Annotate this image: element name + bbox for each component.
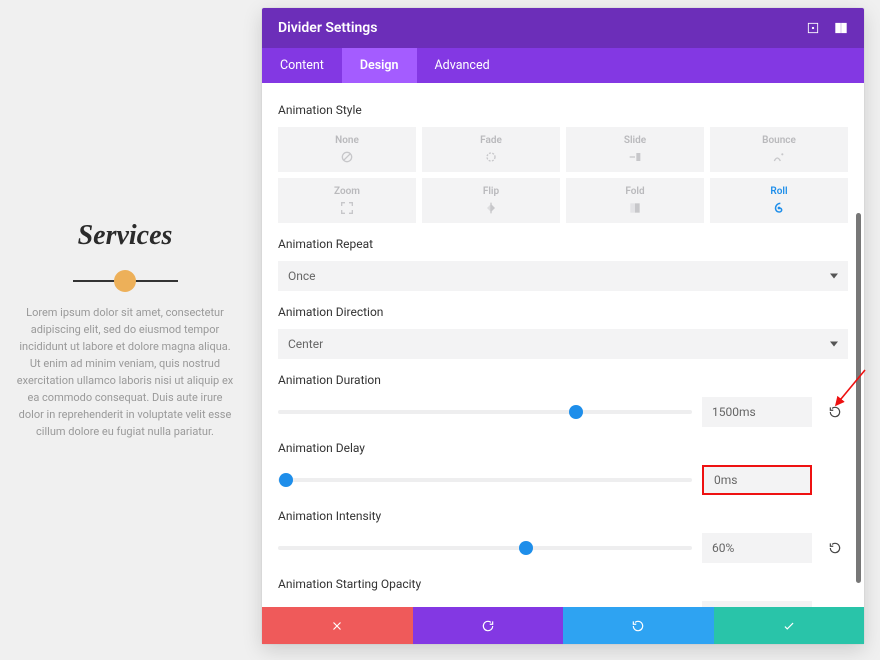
style-label: Flip xyxy=(483,186,499,197)
label-animation-direction: Animation Direction xyxy=(278,305,848,319)
fold-icon xyxy=(627,200,643,216)
ban-icon xyxy=(339,149,355,165)
style-roll[interactable]: Roll xyxy=(710,178,848,223)
style-label: Bounce xyxy=(762,135,796,146)
preview-divider-dot xyxy=(114,270,136,292)
slider-thumb[interactable] xyxy=(519,541,533,555)
label-animation-starting-opacity: Animation Starting Opacity xyxy=(278,577,848,591)
preview-divider xyxy=(73,280,178,282)
animation-opacity-value[interactable]: 0% xyxy=(702,601,812,607)
modal-title: Divider Settings xyxy=(278,20,792,36)
style-none[interactable]: None xyxy=(278,127,416,172)
cancel-button[interactable] xyxy=(262,607,413,644)
modal-header: Divider Settings xyxy=(262,8,864,48)
reset-intensity-button[interactable] xyxy=(822,535,848,561)
animation-delay-slider[interactable] xyxy=(278,478,692,482)
tab-content[interactable]: Content xyxy=(262,48,342,83)
style-label: Zoom xyxy=(334,186,360,197)
preview-heading: Services xyxy=(78,220,173,252)
label-animation-style: Animation Style xyxy=(278,103,848,117)
slide-icon xyxy=(627,149,643,165)
tab-advanced[interactable]: Advanced xyxy=(417,48,508,83)
reset-duration-button[interactable] xyxy=(822,399,848,425)
label-animation-intensity: Animation Intensity xyxy=(278,509,848,523)
zoom-icon xyxy=(339,200,355,216)
undo-button[interactable] xyxy=(413,607,564,644)
select-value: Once xyxy=(288,269,316,283)
slider-thumb[interactable] xyxy=(569,405,583,419)
label-animation-repeat: Animation Repeat xyxy=(278,237,848,251)
slider-thumb[interactable] xyxy=(279,473,293,487)
animation-delay-value[interactable]: 0ms xyxy=(702,465,812,495)
animation-repeat-select[interactable]: Once xyxy=(278,261,848,291)
style-label: Roll xyxy=(770,186,787,197)
style-label: None xyxy=(335,135,359,146)
roll-icon xyxy=(771,200,787,216)
scrollbar[interactable] xyxy=(856,213,861,583)
redo-icon xyxy=(631,619,645,633)
style-bounce[interactable]: Bounce xyxy=(710,127,848,172)
caret-down-icon xyxy=(830,274,838,279)
style-zoom[interactable]: Zoom xyxy=(278,178,416,223)
columns-icon[interactable] xyxy=(834,21,848,35)
fade-icon xyxy=(483,149,499,165)
animation-intensity-slider[interactable] xyxy=(278,546,692,550)
label-animation-duration: Animation Duration xyxy=(278,373,848,387)
animation-style-grid: None Fade Slide Bounce Zoom Flip xyxy=(278,127,848,223)
style-slide[interactable]: Slide xyxy=(566,127,704,172)
preview-paragraph: Lorem ipsum dolor sit amet, consectetur … xyxy=(10,304,240,440)
style-fold[interactable]: Fold xyxy=(566,178,704,223)
modal-tabs: Content Design Advanced xyxy=(262,48,864,83)
style-label: Fade xyxy=(480,135,502,146)
animation-intensity-value[interactable]: 60% xyxy=(702,533,812,563)
settings-modal: Divider Settings Content Design Advanced… xyxy=(262,8,864,644)
tab-design[interactable]: Design xyxy=(342,48,417,83)
expand-icon[interactable] xyxy=(806,21,820,35)
animation-direction-select[interactable]: Center xyxy=(278,329,848,359)
close-icon xyxy=(330,619,344,633)
style-label: Slide xyxy=(624,135,646,146)
check-icon xyxy=(782,619,796,633)
flip-icon xyxy=(483,200,499,216)
style-fade[interactable]: Fade xyxy=(422,127,560,172)
select-value: Center xyxy=(288,337,323,351)
animation-duration-slider[interactable] xyxy=(278,410,692,414)
modal-body: Animation Style None Fade Slide Bounce Z… xyxy=(262,83,864,607)
page-preview: Services Lorem ipsum dolor sit amet, con… xyxy=(0,0,250,660)
redo-button[interactable] xyxy=(563,607,714,644)
animation-duration-value[interactable]: 1500ms xyxy=(702,397,812,427)
style-flip[interactable]: Flip xyxy=(422,178,560,223)
bounce-icon xyxy=(771,149,787,165)
save-button[interactable] xyxy=(714,607,865,644)
label-animation-delay: Animation Delay xyxy=(278,441,848,455)
undo-icon xyxy=(481,619,495,633)
modal-footer xyxy=(262,607,864,644)
caret-down-icon xyxy=(830,342,838,347)
style-label: Fold xyxy=(625,186,644,197)
